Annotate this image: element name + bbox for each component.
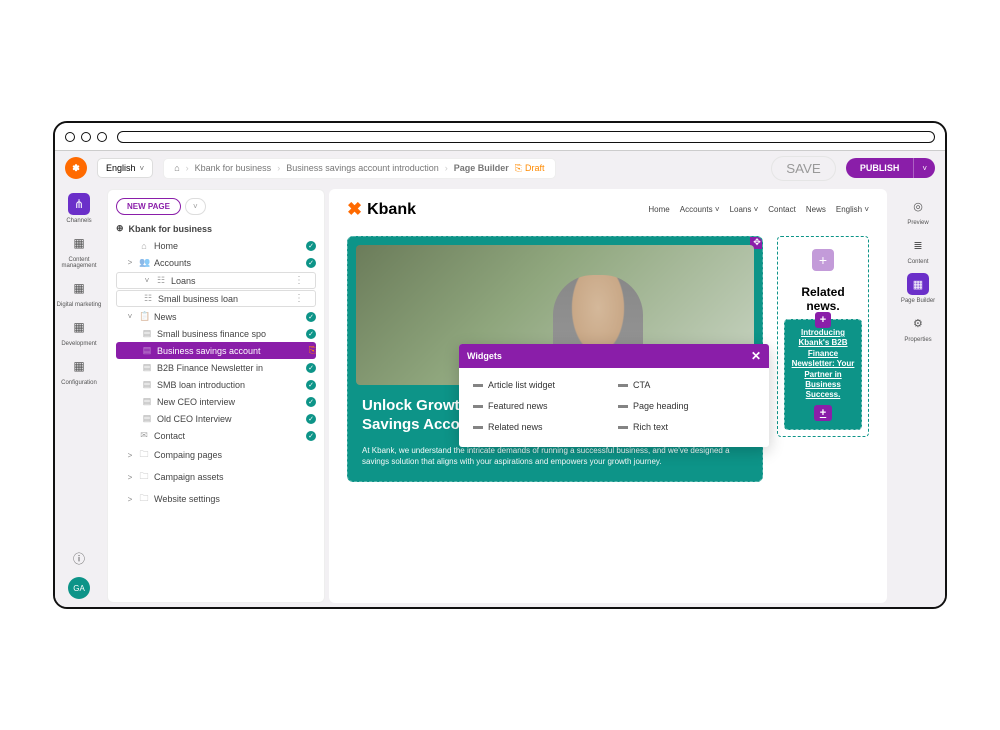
chevron-down-icon: ˅ <box>140 164 145 173</box>
widget-option[interactable]: ▬Article list widget <box>469 374 614 395</box>
avatar[interactable]: GA <box>68 577 90 599</box>
nav-item[interactable]: Loans ˅ <box>730 205 759 214</box>
right-rail-item[interactable]: ⚙Properties <box>904 312 931 343</box>
widget-option[interactable]: ▬Featured news <box>469 395 614 416</box>
tree-node[interactable]: ✉Contact✓ <box>116 427 316 444</box>
tree-node[interactable]: ▤SMB loan introduction✓ <box>116 376 316 393</box>
widgets-popup: Widgets ✕ ▬Article list widget▬CTA▬Featu… <box>459 344 769 447</box>
site-nav: Home Accounts ˅ Loans ˅ Contact News English … <box>648 205 869 214</box>
tree-node[interactable]: ▤New CEO interview✓ <box>116 393 316 410</box>
language-label: English <box>106 163 136 173</box>
insert-above-button[interactable]: + <box>815 312 831 328</box>
page-tree: NEW PAGE ˅ ⊕Kbank for business ⌂Home✓>👥A… <box>107 189 325 603</box>
rail-item[interactable]: ▦Development <box>61 316 96 347</box>
info-icon[interactable]: ⓘ <box>68 547 90 569</box>
tree-node[interactable]: ⌂Home✓ <box>116 238 316 254</box>
tree-node[interactable]: ▤B2B Finance Newsletter in✓ <box>116 359 316 376</box>
widget-option[interactable]: ▬Page heading <box>614 395 759 416</box>
tree-node[interactable]: ▤Old CEO Interview✓ <box>116 410 316 427</box>
rail-item[interactable]: ▦Digital marketing <box>57 277 102 308</box>
tree-node[interactable]: >🗀Campaign assets <box>116 466 316 488</box>
tree-root[interactable]: ⊕Kbank for business <box>116 223 316 234</box>
breadcrumb[interactable]: ⌂› Kbank for business› Business savings … <box>163 158 555 179</box>
tree-node[interactable]: ▤Small business finance spo✓ <box>116 325 316 342</box>
tree-node[interactable]: ☷Small business loan⋮ <box>116 290 316 307</box>
site-header: ✖Kbank Home Accounts ˅ Loans ˅ Contact News E… <box>329 189 887 226</box>
browser-frame: ✽ English ˅ ⌂› Kbank for business› Busin… <box>53 121 947 609</box>
status-badge: ⎘Draft <box>515 163 545 174</box>
nav-item[interactable]: English ˅ <box>836 205 869 214</box>
widget-option[interactable]: ▬CTA <box>614 374 759 395</box>
widget-option[interactable]: ▬Rich text <box>614 416 759 437</box>
publish-dropdown[interactable]: ˅ <box>913 158 935 178</box>
address-bar[interactable] <box>117 131 935 143</box>
tree-node[interactable]: ˅📋News✓ <box>116 308 316 325</box>
new-page-button[interactable]: NEW PAGE <box>116 198 181 215</box>
right-rail: ◎Preview ≣Content ▦Page Builder ⚙Properties <box>891 185 945 607</box>
related-news-card[interactable]: + Related news. + Introducing Kbank's B2… <box>777 236 869 437</box>
left-rail: ⋔Channels ▦Content management ▦Digital mar… <box>55 185 103 607</box>
right-rail-item[interactable]: ▦Page Builder <box>901 273 935 304</box>
widgets-header[interactable]: Widgets ✕ <box>459 344 769 368</box>
add-widget-button[interactable]: + <box>812 249 834 271</box>
rail-item[interactable]: ⋔Channels <box>66 193 91 224</box>
insert-below-button[interactable]: + <box>814 405 832 421</box>
language-selector[interactable]: English ˅ <box>97 158 153 178</box>
tree-node[interactable]: >🗀Website settings <box>116 488 316 510</box>
related-title: Related news. <box>784 285 862 313</box>
tree-node[interactable]: >🗀Compaing pages <box>116 444 316 466</box>
tree-node[interactable]: >👥Accounts✓ <box>116 254 316 271</box>
newsletter-card[interactable]: + Introducing Kbank's B2B Finance Newsle… <box>784 319 862 430</box>
home-icon: ⌂ <box>174 163 179 173</box>
tree-node[interactable]: ▤Business savings account⎘ <box>116 342 316 359</box>
nav-item[interactable]: Accounts ˅ <box>680 205 720 214</box>
right-rail-item[interactable]: ◎Preview <box>907 195 929 226</box>
site-logo[interactable]: ✖Kbank <box>347 199 416 220</box>
rail-item[interactable]: ▦Configuration <box>61 355 97 386</box>
save-button[interactable]: SAVE <box>771 156 836 181</box>
close-icon[interactable]: ✕ <box>751 349 761 363</box>
nav-item[interactable]: Contact <box>768 205 796 214</box>
top-bar: ✽ English ˅ ⌂› Kbank for business› Busin… <box>55 151 945 185</box>
nav-item[interactable]: Home <box>648 205 669 214</box>
canvas: ✖Kbank Home Accounts ˅ Loans ˅ Contact News E… <box>329 189 887 603</box>
new-page-dropdown[interactable]: ˅ <box>185 198 206 215</box>
publish-button[interactable]: PUBLISH <box>846 158 914 178</box>
rail-item[interactable]: ▦Content management <box>55 232 103 269</box>
nav-item[interactable]: News <box>806 205 826 214</box>
right-rail-item[interactable]: ≣Content <box>907 234 929 265</box>
tree-node[interactable]: ˅☷Loans⋮ <box>116 272 316 289</box>
browser-chrome <box>55 123 945 151</box>
app-logo[interactable]: ✽ <box>65 157 87 179</box>
widget-option[interactable]: ▬Related news <box>469 416 614 437</box>
